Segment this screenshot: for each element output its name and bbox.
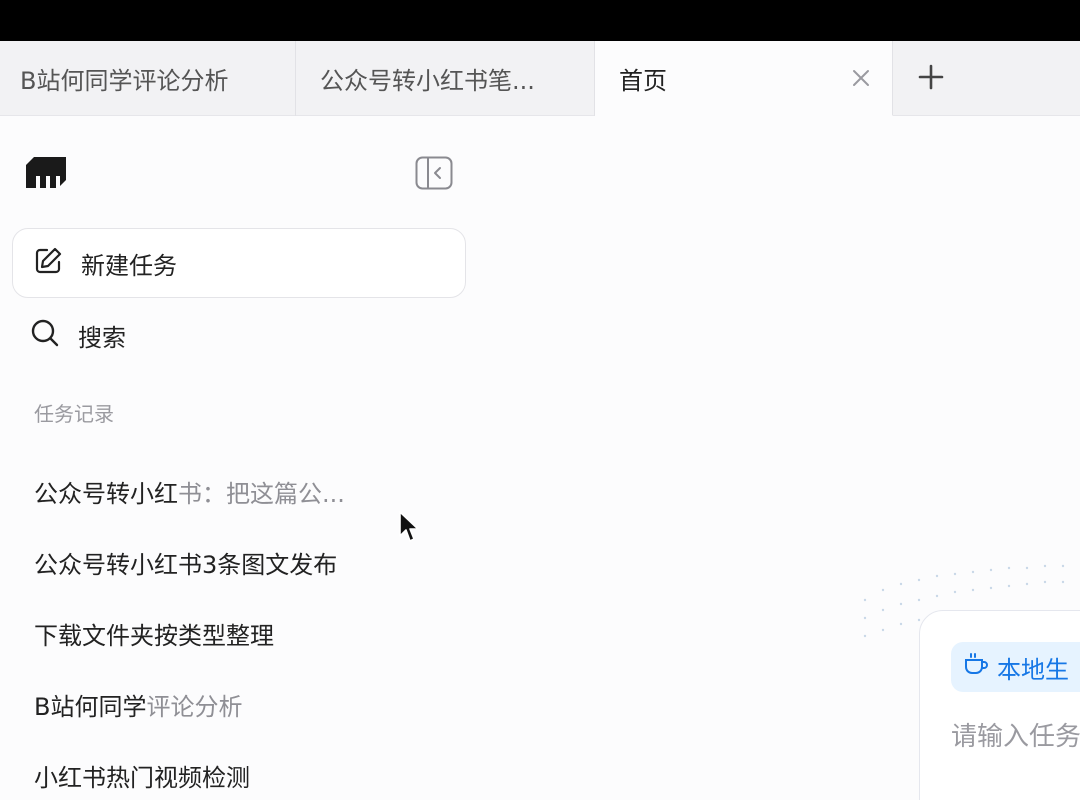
close-icon[interactable]	[848, 65, 874, 91]
tab-bar: B站何同学评论分析 公众号转小红书笔... 首页	[0, 41, 1080, 116]
tab-label: B站何同学评论分析	[20, 67, 229, 95]
history-item-title: 公众号转小红书3条图文发布	[34, 551, 338, 579]
task-history-title: 任务记录	[34, 402, 114, 426]
search-icon	[30, 318, 60, 352]
mode-chip[interactable]: 本地生	[951, 642, 1080, 692]
history-item-title: 小红书热门视频检测	[34, 764, 250, 792]
history-item-subtitle: 书：把这篇公...	[178, 480, 345, 508]
tab-bilibili-analysis[interactable]: B站何同学评论分析	[0, 41, 296, 116]
history-item-title: 下载文件夹按类型整理	[34, 622, 274, 650]
history-item-subtitle: 评论分析	[146, 693, 243, 721]
task-history-list: 公众号转小红 书：把这篇公... 公众号转小红书3条图文发布 下载文件夹按类型整理…	[34, 456, 464, 800]
history-item[interactable]: 小红书热门视频检测	[34, 740, 464, 800]
new-task-label: 新建任务	[81, 251, 177, 280]
sidebar: 新建任务 搜索 任务记录 公众号转小红 书：把这篇公... 公众号转小红书3条图文…	[0, 116, 480, 800]
mouse-cursor-icon	[399, 511, 419, 542]
coffee-cup-icon	[963, 651, 989, 683]
sidebar-collapse-icon[interactable]	[415, 156, 453, 190]
history-item-title: B站何同学	[34, 693, 147, 721]
search-button[interactable]: 搜索	[12, 302, 466, 368]
window-top-bar	[0, 0, 1080, 41]
history-item-title: 公众号转小红	[34, 480, 178, 508]
tab-wechat-to-xhs[interactable]: 公众号转小红书笔...	[296, 41, 595, 116]
tab-label: 公众号转小红书笔...	[320, 67, 535, 95]
history-item[interactable]: B站何同学 评论分析	[34, 669, 464, 740]
history-item[interactable]: 下载文件夹按类型整理	[34, 598, 464, 669]
edit-icon	[33, 246, 63, 280]
new-task-button[interactable]: 新建任务	[12, 228, 466, 298]
tab-label: 首页	[619, 66, 667, 95]
app-logo-icon	[24, 154, 68, 190]
search-label: 搜索	[78, 323, 126, 352]
mode-chip-label: 本地生	[997, 655, 1069, 684]
plus-icon	[918, 64, 944, 94]
new-tab-button[interactable]	[893, 41, 969, 116]
tab-home[interactable]: 首页	[595, 41, 893, 116]
task-input[interactable]: 请输入任务	[951, 716, 1080, 753]
task-input-card	[919, 610, 1080, 800]
